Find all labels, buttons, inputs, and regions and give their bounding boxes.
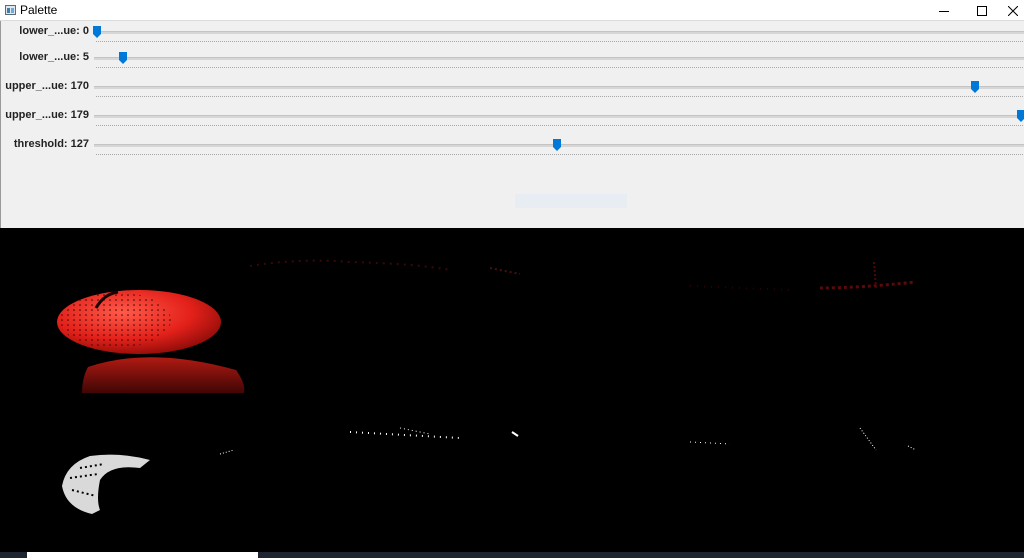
slider-ticks bbox=[96, 154, 1023, 156]
image-display-area bbox=[0, 228, 1024, 552]
slider-lower-hue-1: lower_...ue: 0 bbox=[1, 24, 1024, 52]
slider-thumb[interactable] bbox=[970, 81, 979, 93]
minimize-button[interactable] bbox=[928, 0, 960, 21]
slider-ticks bbox=[96, 41, 1023, 43]
taskbar-search-strip bbox=[27, 552, 258, 558]
slider-label: upper_...ue: 179 bbox=[5, 109, 89, 121]
minimize-icon bbox=[939, 10, 949, 12]
binary-threshold-mask bbox=[62, 427, 917, 514]
slider-thumb[interactable] bbox=[118, 52, 127, 64]
color-filtered-tomato bbox=[57, 259, 916, 393]
slider-upper-hue-2: upper_...ue: 179 bbox=[1, 108, 1024, 136]
trackbar-panel: lower_...ue: 0 lower_...ue: 5 upper_...u… bbox=[0, 21, 1024, 228]
slider-thumb[interactable] bbox=[553, 139, 562, 151]
slider-label: threshold: 127 bbox=[13, 138, 89, 150]
title-bar[interactable]: Palette bbox=[0, 0, 1024, 21]
window-title: Palette bbox=[20, 3, 58, 17]
slider-track[interactable] bbox=[94, 86, 1024, 89]
slider-ticks bbox=[96, 125, 1023, 127]
slider-track[interactable] bbox=[94, 31, 1024, 34]
slider-thumb[interactable] bbox=[93, 26, 101, 38]
slider-label: upper_...ue: 170 bbox=[5, 80, 89, 92]
image-canvas bbox=[57, 259, 917, 514]
slider-thumb[interactable] bbox=[1017, 110, 1024, 122]
app-window-icon bbox=[5, 5, 16, 15]
slider-ticks bbox=[96, 67, 1023, 69]
slider-lower-hue-2: lower_...ue: 5 bbox=[1, 50, 1024, 78]
slider-ticks bbox=[96, 96, 1023, 98]
slider-upper-hue-1: upper_...ue: 170 bbox=[1, 79, 1024, 107]
slider-label: lower_...ue: 0 bbox=[19, 25, 89, 37]
close-icon bbox=[1008, 5, 1018, 16]
maximize-button[interactable] bbox=[966, 0, 998, 21]
slider-label: lower_...ue: 5 bbox=[19, 51, 89, 63]
maximize-icon bbox=[977, 5, 987, 16]
slider-track[interactable] bbox=[94, 115, 1024, 118]
slider-track[interactable] bbox=[94, 57, 1024, 60]
faded-overlay-button bbox=[515, 194, 627, 208]
slider-threshold: threshold: 127 bbox=[1, 137, 1024, 165]
close-button[interactable] bbox=[997, 0, 1024, 21]
